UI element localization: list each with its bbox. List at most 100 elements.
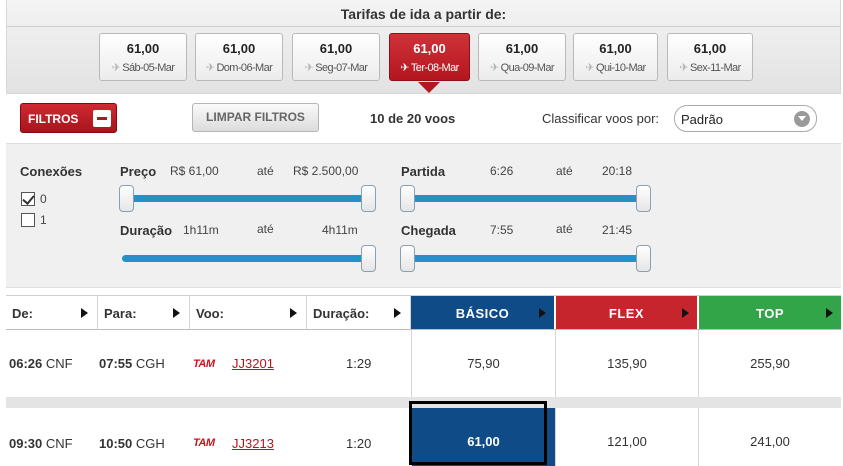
column-header-para: Para: (104, 306, 137, 321)
chegada-slider-max-handle[interactable] (636, 245, 651, 272)
partida-sep: até (556, 164, 573, 178)
flight-number-link[interactable]: JJ3213 (232, 436, 274, 451)
departure-airport: CNF (45, 356, 73, 371)
fare-top-cell[interactable]: 241,00 (698, 408, 841, 466)
airplane-icon: ✈ (585, 62, 594, 74)
column-header-basico: BÁSICO (455, 306, 510, 321)
sort-selected-value: Padrão (681, 112, 723, 127)
date-tab-price: 61,00 (693, 41, 727, 56)
filtros-label: FILTROS (28, 112, 79, 126)
sort-arrow-icon (682, 308, 689, 318)
chegada-slider-track[interactable] (404, 255, 651, 262)
preco-slider-min-handle[interactable] (119, 185, 134, 212)
conexoes-1-label: 1 (40, 213, 47, 227)
preco-slider-track[interactable] (122, 195, 372, 202)
conexoes-0-checkbox[interactable] (21, 192, 35, 206)
fare-basico-cell[interactable]: 75,90 (411, 330, 555, 398)
sort-label: Classificar voos por: (542, 111, 660, 126)
partida-label: Partida (401, 164, 446, 179)
sort-arrow-icon (290, 308, 297, 318)
preco-label: Preço (120, 164, 157, 179)
departure-airport: CNF (45, 436, 73, 451)
preco-max: R$ 2.500,00 (293, 164, 359, 178)
column-header-top: TOP (756, 306, 784, 321)
sort-arrow-icon (173, 308, 180, 318)
airplane-icon: ✈ (111, 62, 121, 74)
tam-airline-logo: TAM (193, 437, 215, 449)
date-tab-label: Qua-09-Mar (500, 62, 555, 74)
fare-top-cell[interactable]: 255,90 (698, 330, 841, 398)
preco-min: R$ 61,00 (170, 164, 219, 178)
clear-filters-button[interactable]: LIMPAR FILTROS (192, 103, 319, 132)
fare-flex-cell[interactable]: 121,00 (555, 408, 698, 466)
chegada-max: 21:45 (602, 223, 633, 237)
chegada-slider-min-handle[interactable] (400, 245, 415, 272)
arrival-cell: 10:50 CGH (99, 436, 165, 451)
date-tab-2[interactable]: 61,00 ✈ Seg-07-Mar (292, 33, 380, 81)
column-header-flex: FLEX (608, 306, 645, 321)
selected-fare-frame (409, 401, 547, 465)
duracao-label: Duração (120, 223, 173, 238)
sort-arrow-icon (81, 308, 88, 318)
divider (7, 26, 840, 27)
arrival-cell: 07:55 CGH (99, 356, 165, 371)
preco-slider-max-handle[interactable] (361, 185, 376, 212)
sort-select[interactable]: Padrão (674, 105, 817, 132)
partida-min: 6:26 (490, 164, 514, 178)
arrival-time: 07:55 (99, 356, 133, 371)
preco-sep: até (257, 164, 274, 178)
minus-icon (93, 110, 111, 127)
conexoes-1-checkbox[interactable] (21, 213, 35, 227)
fare-date-strip: Tarifas de ida a partir de: 61,00 ✈ Sáb-0… (6, 0, 841, 94)
chegada-sep: até (556, 222, 573, 236)
chegada-label: Chegada (401, 223, 456, 238)
date-tab-price: 61,00 (413, 41, 446, 56)
duracao-slider-track[interactable] (122, 255, 372, 262)
date-tab-price: 61,00 (319, 41, 353, 56)
departure-cell: 06:26 CNF (9, 356, 73, 371)
tam-airline-logo: TAM (193, 358, 215, 370)
date-tab-6[interactable]: 61,00 ✈ Sex-11-Mar (667, 33, 753, 81)
partida-slider-track[interactable] (404, 195, 651, 202)
arrival-airport: CGH (135, 436, 165, 451)
airplane-icon: ✈ (304, 62, 314, 74)
duracao-sep: até (257, 222, 274, 236)
flight-count: 10 de 20 voos (370, 111, 456, 126)
partida-slider-min-handle[interactable] (400, 185, 415, 212)
date-tab-5[interactable]: 61,00 ✈ Qui-10-Mar (573, 33, 658, 81)
selected-date-pointer (418, 82, 440, 93)
filtros-toggle-button[interactable]: FILTROS (20, 103, 117, 133)
date-tab-label: Qui-10-Mar (596, 62, 646, 74)
sort-arrow-icon (394, 308, 401, 318)
flight-number-link[interactable]: JJ3201 (232, 356, 274, 371)
arrival-time: 10:50 (99, 436, 133, 451)
sort-column-flex[interactable]: FLEX (556, 296, 697, 329)
sort-arrow-icon (826, 308, 833, 318)
sort-column-duracao[interactable]: Duração: (307, 296, 411, 329)
arrival-airport: CGH (135, 356, 165, 371)
date-tab-4[interactable]: 61,00 ✈ Qua-09-Mar (478, 33, 566, 81)
date-tab-0[interactable]: 61,00 ✈ Sáb-05-Mar (99, 33, 187, 81)
date-tab-label: Sáb-05-Mar (122, 62, 175, 74)
date-tab-3-selected[interactable]: 61,00 ✈ Ter-08-Mar (389, 33, 470, 81)
date-tab-label: Ter-08-Mar (410, 62, 459, 74)
partida-slider-max-handle[interactable] (636, 185, 651, 212)
chegada-min: 7:55 (490, 223, 514, 237)
fare-flex-cell[interactable]: 135,90 (555, 330, 698, 398)
sort-column-de[interactable]: De: (6, 296, 98, 329)
departure-cell: 09:30 CNF (9, 436, 73, 451)
date-tab-1[interactable]: 61,00 ✈ Dom-06-Mar (195, 33, 283, 81)
partida-max: 20:18 (602, 164, 633, 178)
filter-panel: Conexões 0 1 Preço R$ 61,00 até R$ 2.500… (6, 143, 841, 288)
duracao-slider-max-handle[interactable] (361, 245, 376, 272)
sort-arrow-icon (539, 308, 546, 318)
duration-value: 1:29 (346, 356, 372, 371)
conexoes-label: Conexões (20, 164, 83, 179)
sort-column-para[interactable]: Para: (98, 296, 190, 329)
sort-column-voo[interactable]: Voo: (190, 296, 307, 329)
sort-column-basico[interactable]: BÁSICO (411, 296, 554, 329)
sort-column-top[interactable]: TOP (699, 296, 841, 329)
airplane-icon: ✈ (400, 62, 409, 74)
duracao-min: 1h11m (183, 223, 219, 237)
date-tab-price: 61,00 (505, 41, 539, 56)
